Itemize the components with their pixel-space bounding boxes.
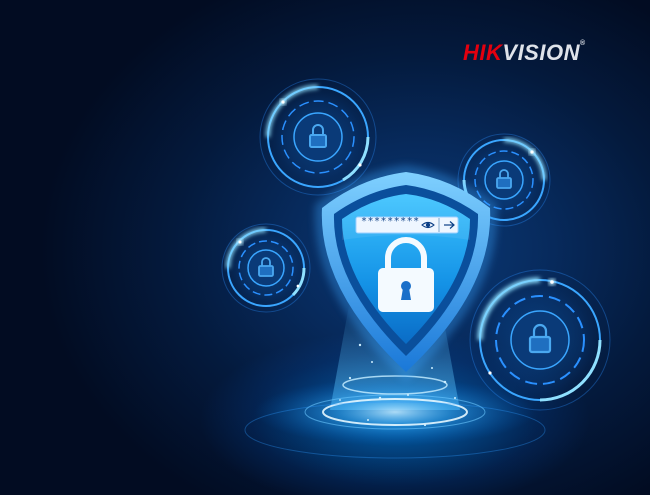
hikvision-logo: HIKVISION® — [463, 40, 586, 66]
hero-banner: ********* HIKVISION® — [0, 0, 650, 495]
lock-ring-left — [221, 223, 311, 313]
lock-ring-top-left — [259, 78, 377, 196]
logo-registered-mark: ® — [579, 40, 586, 47]
security-illustration — [221, 78, 611, 459]
password-masked-value: ********* — [361, 216, 420, 227]
logo-part-hik: HIK — [463, 40, 503, 65]
logo-part-vision: VISION — [502, 40, 580, 65]
